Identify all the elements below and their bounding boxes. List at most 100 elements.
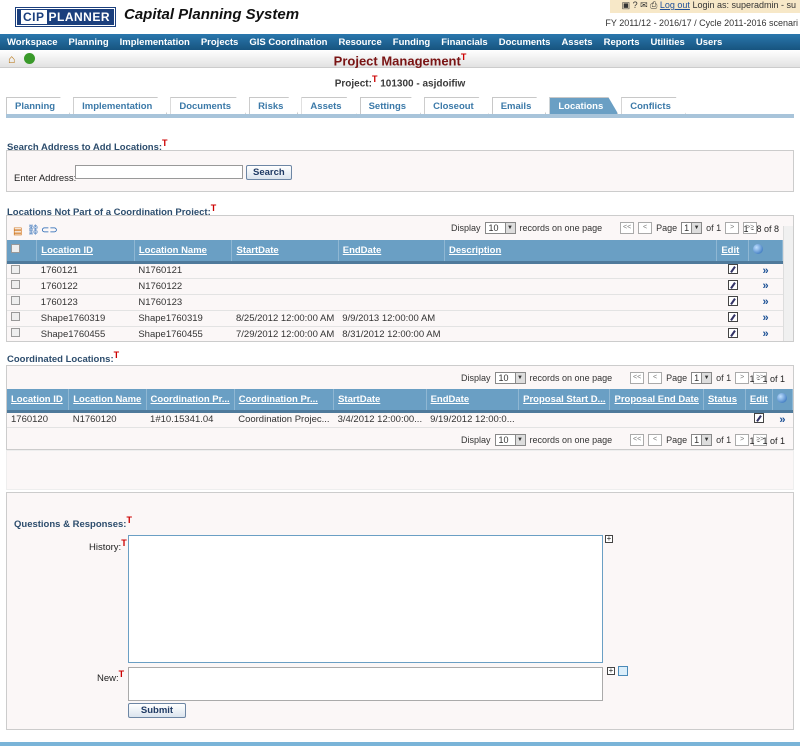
details-icon[interactable]: » <box>763 280 769 292</box>
map-header[interactable] <box>748 240 783 264</box>
edit-icon[interactable] <box>727 264 738 274</box>
row-checkbox[interactable] <box>7 310 37 327</box>
link-icon[interactable]: ⛓ <box>27 225 40 236</box>
nav-users[interactable]: Users <box>696 37 722 48</box>
tab-settings[interactable]: Settings <box>360 97 421 114</box>
expand-new-icon[interactable]: + <box>607 667 615 675</box>
record-count: 1 - 1 of 1 <box>749 374 785 384</box>
column-header: Edit <box>745 389 773 413</box>
tab-documents[interactable]: Documents <box>170 97 246 114</box>
tab-assets[interactable]: Assets <box>301 97 356 114</box>
nav-implementation[interactable]: Implementation <box>120 37 190 48</box>
column-header[interactable]: Location ID <box>36 240 135 264</box>
details-icon[interactable]: » <box>763 328 769 340</box>
column-header[interactable]: Proposal End Date <box>609 389 704 413</box>
page-size-select[interactable]: 10 ▼ <box>494 434 526 446</box>
tab-locations[interactable]: Locations <box>549 97 618 114</box>
search-box: Enter Address:T Search <box>6 150 794 192</box>
submit-button[interactable]: Submit <box>128 703 186 718</box>
cell <box>338 294 445 311</box>
row-checkbox[interactable] <box>7 294 37 311</box>
row-checkbox[interactable] <box>7 326 37 341</box>
page-select[interactable]: 1 ▼ <box>681 222 703 234</box>
column-header[interactable]: EndDate <box>426 389 520 413</box>
nav-utilities[interactable]: Utilities <box>651 37 685 48</box>
edit-icon[interactable] <box>727 295 738 306</box>
nav-reports[interactable]: Reports <box>604 37 640 48</box>
first-page-button[interactable]: << <box>630 372 645 384</box>
tab-closeout[interactable]: Closeout <box>424 97 489 114</box>
tab-implementation[interactable]: Implementation <box>73 97 167 114</box>
page-size-select[interactable]: 10 ▼ <box>484 222 516 234</box>
tab-bar: Planning Implementation Documents Risks Asse… <box>6 97 686 114</box>
column-header[interactable]: StartDate <box>231 240 339 264</box>
address-input[interactable] <box>75 165 243 179</box>
nav-projects[interactable]: Projects <box>201 37 239 48</box>
column-header[interactable]: Status <box>703 389 746 413</box>
first-page-button[interactable]: << <box>620 222 635 234</box>
first-page-button[interactable]: << <box>630 434 645 446</box>
nav-documents[interactable]: Documents <box>499 37 551 48</box>
cell <box>518 411 610 428</box>
next-page-button[interactable]: > <box>725 222 740 234</box>
nav-financials[interactable]: Financials <box>441 37 487 48</box>
tab-planning[interactable]: Planning <box>6 97 70 114</box>
column-header[interactable]: Coordination Pr... <box>234 389 335 413</box>
prev-page-button[interactable]: < <box>638 222 653 234</box>
add-location-icon[interactable]: ▤ <box>13 226 22 237</box>
column-header[interactable]: Description <box>444 240 718 264</box>
nav-planning[interactable]: Planning <box>69 37 109 48</box>
prev-page-button[interactable]: < <box>648 434 663 446</box>
page-size-select[interactable]: 10 ▼ <box>494 372 526 384</box>
edit-icon[interactable] <box>727 327 738 338</box>
cell: Coordination Projec... <box>234 411 334 428</box>
pager-top: Display 10 ▼ records on one page << < Page 1 ▼ of… <box>451 222 758 234</box>
nav-resource[interactable]: Resource <box>338 37 381 48</box>
nav-workspace[interactable]: Workspace <box>7 37 58 48</box>
column-header[interactable]: Location Name <box>68 389 147 413</box>
next-page-button[interactable]: > <box>735 434 750 446</box>
column-header[interactable]: Coordination Pr... <box>146 389 235 413</box>
cell <box>444 326 717 341</box>
edit-icon[interactable] <box>753 413 764 423</box>
map-header[interactable] <box>772 389 794 413</box>
search-button[interactable]: Search <box>246 165 292 180</box>
nav-assets[interactable]: Assets <box>561 37 592 48</box>
spellcheck-icon[interactable] <box>618 666 628 676</box>
display-label: Display <box>461 373 491 383</box>
row-checkbox[interactable] <box>7 278 37 295</box>
new-response-textarea[interactable] <box>128 667 603 701</box>
details-icon[interactable]: » <box>763 312 769 324</box>
column-header[interactable]: Proposal Start D... <box>518 389 611 413</box>
next-page-button[interactable]: > <box>735 372 750 384</box>
column-header[interactable]: EndDate <box>338 240 445 264</box>
edit-icon[interactable] <box>727 311 738 322</box>
tab-emails[interactable]: Emails <box>492 97 547 114</box>
cell: Shape1760455 <box>134 326 232 341</box>
scrollbar[interactable] <box>783 226 793 341</box>
fiscal-cycle: FY 2011/12 - 2016/17 / Cycle 2011-2016 s… <box>605 18 798 28</box>
details-icon[interactable]: » <box>763 265 769 277</box>
select-all-checkbox[interactable] <box>7 240 38 264</box>
prev-page-button[interactable]: < <box>648 372 663 384</box>
unlink-icon[interactable]: ⊂⊃ <box>41 225 58 236</box>
edit-icon[interactable] <box>727 279 738 290</box>
nav-funding[interactable]: Funding <box>393 37 430 48</box>
column-header[interactable]: Location Name <box>134 240 233 264</box>
tab-conflicts[interactable]: Conflicts <box>621 97 686 114</box>
tab-risks[interactable]: Risks <box>249 97 298 114</box>
display-label: Display <box>451 223 481 233</box>
details-icon[interactable]: » <box>763 296 769 308</box>
column-header[interactable]: Location ID <box>7 389 70 413</box>
qa-title: Questions & Responses:T <box>14 515 132 531</box>
history-textarea[interactable] <box>128 535 603 663</box>
expand-history-icon[interactable]: + <box>605 535 613 543</box>
details-icon[interactable]: » <box>779 414 785 426</box>
page-select[interactable]: 1 ▼ <box>691 434 713 446</box>
cell <box>338 278 445 295</box>
logout-link[interactable]: Log out <box>660 0 690 10</box>
nav-gis-coordination[interactable]: GIS Coordination <box>249 37 327 48</box>
row-checkbox[interactable] <box>7 262 37 279</box>
column-header[interactable]: StartDate <box>333 389 427 413</box>
page-select[interactable]: 1 ▼ <box>691 372 713 384</box>
